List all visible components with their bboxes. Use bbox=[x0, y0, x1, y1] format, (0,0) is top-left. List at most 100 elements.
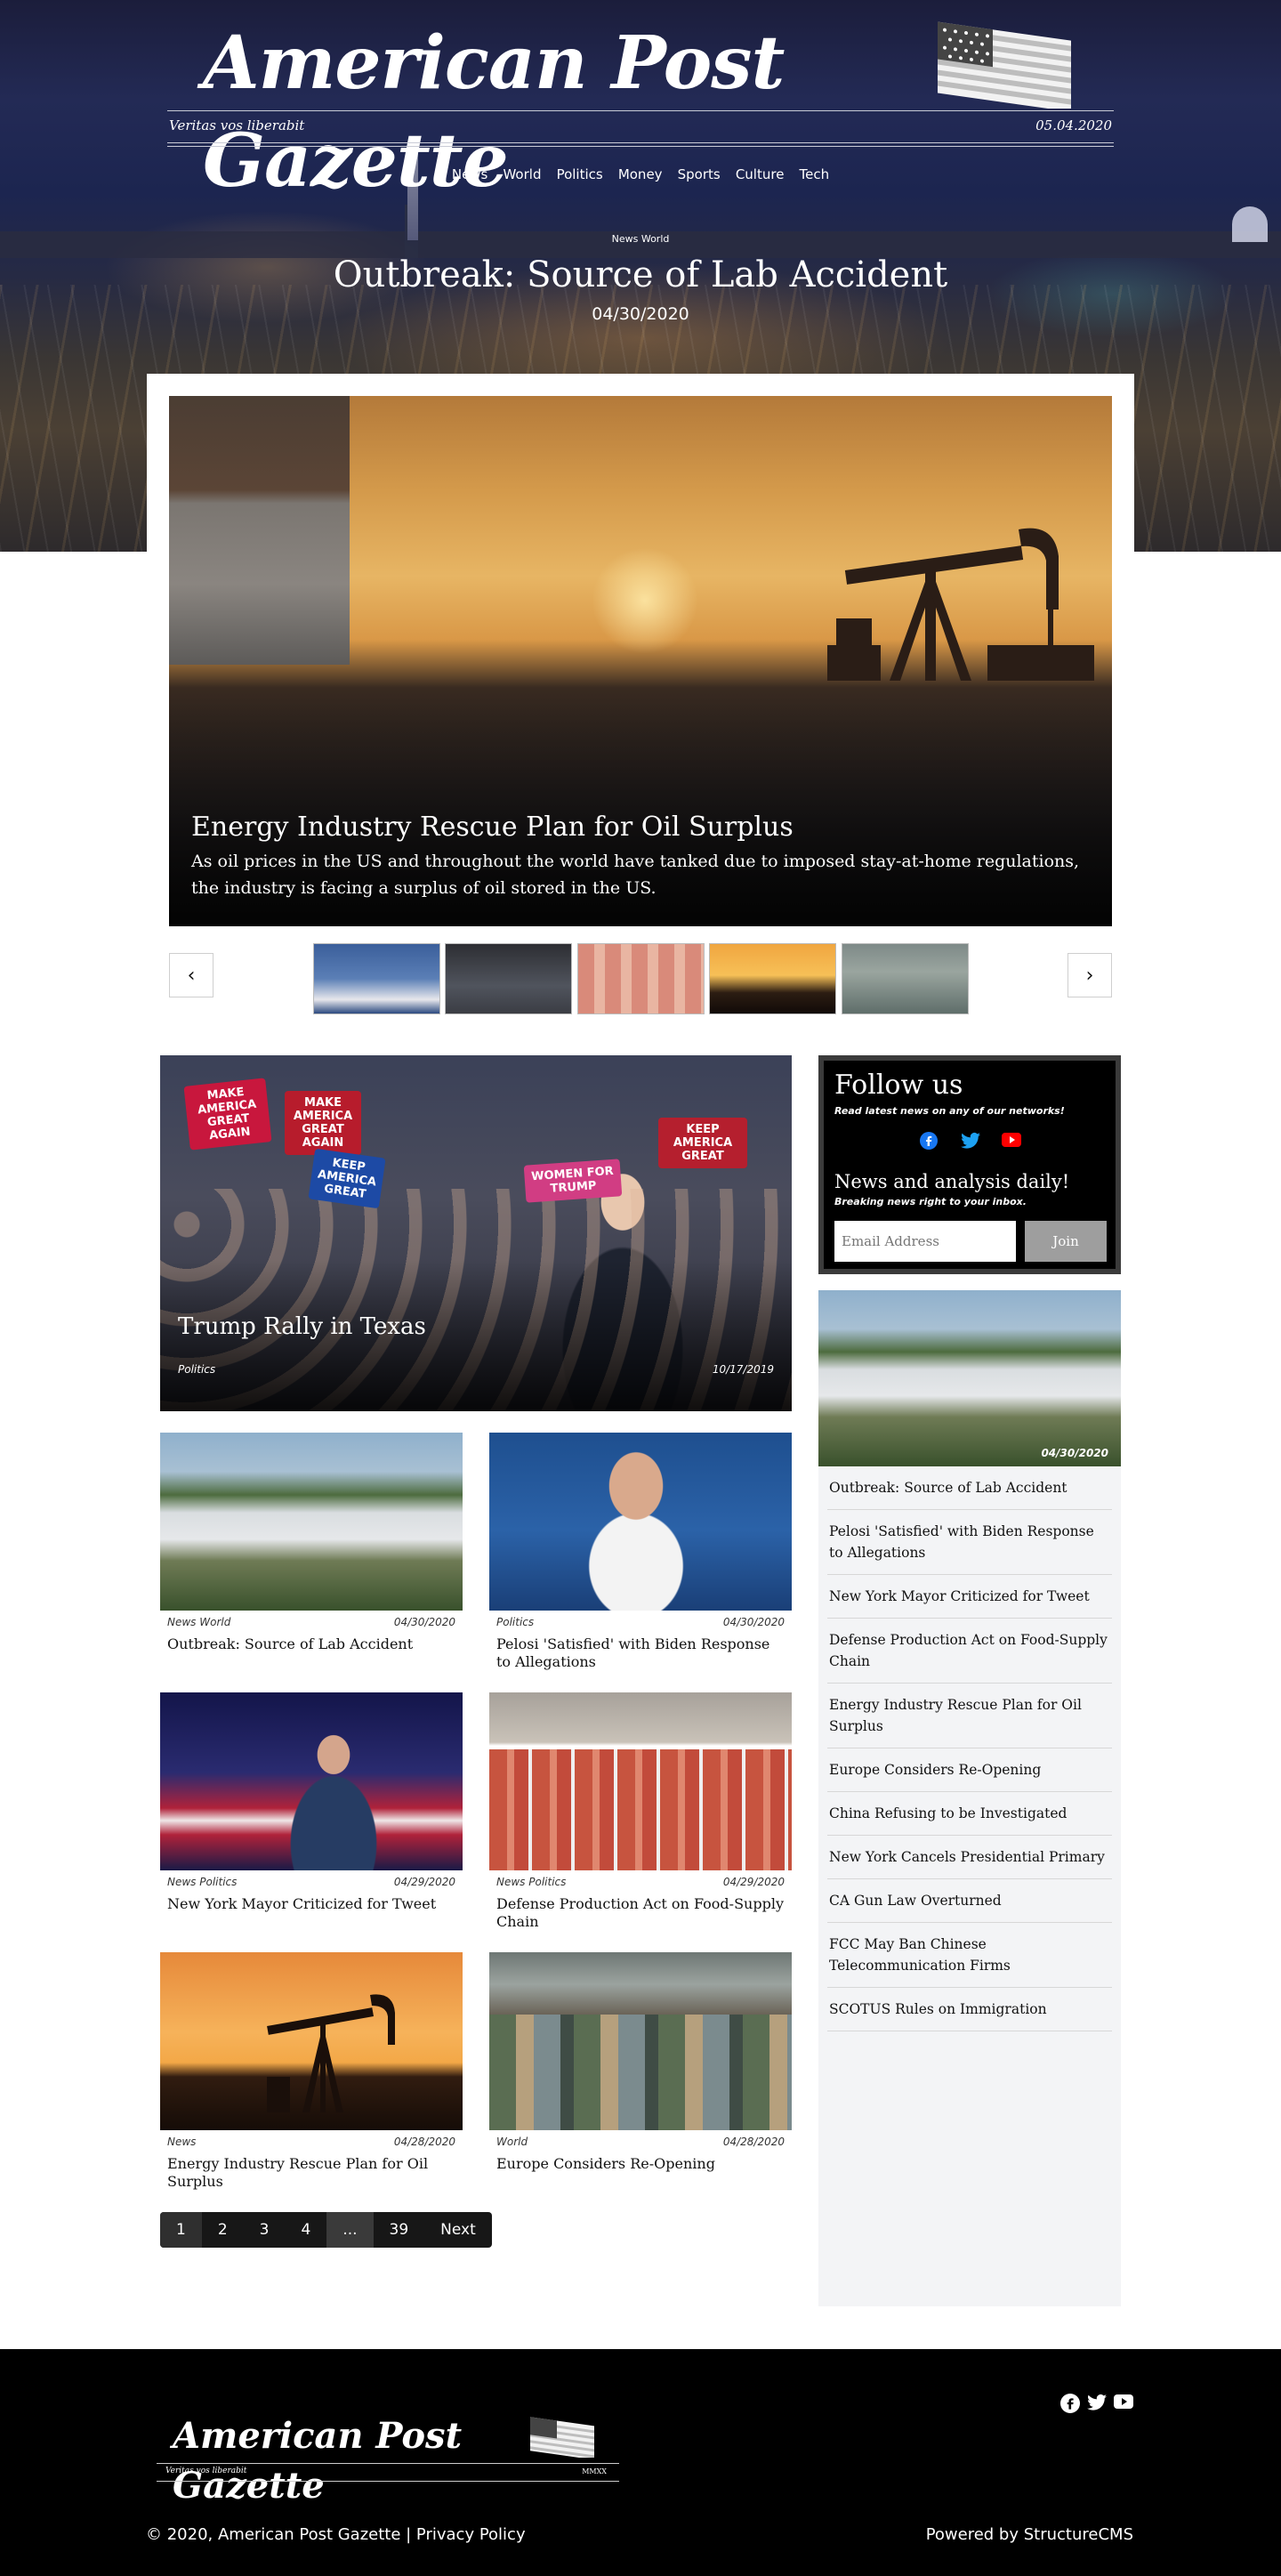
article-card[interactable]: News 04/28/2020 Energy Industry Rescue Pl… bbox=[160, 1952, 463, 2191]
facebook-icon[interactable] bbox=[920, 1132, 938, 1150]
carousel-thumbnail[interactable] bbox=[577, 943, 705, 1014]
nav-item-tech[interactable]: Tech bbox=[800, 166, 830, 182]
footer-logo-year: MMXX bbox=[582, 2467, 607, 2475]
slide-title[interactable]: Energy Industry Rescue Plan for Oil Surp… bbox=[191, 810, 794, 845]
carousel-prev-button[interactable]: ‹ bbox=[169, 953, 214, 997]
masthead-date: 05.04.2020 bbox=[1035, 117, 1112, 133]
join-button[interactable]: Join bbox=[1025, 1221, 1107, 1262]
page-link[interactable]: 1 bbox=[160, 2212, 202, 2248]
facebook-icon[interactable] bbox=[1060, 2394, 1080, 2413]
nav-item-money[interactable]: Money bbox=[618, 166, 663, 182]
article-card[interactable]: News World 04/30/2020 Outbreak: Source of… bbox=[160, 1433, 463, 1653]
hero-title[interactable]: Outbreak: Source of Lab Accident bbox=[0, 251, 1281, 299]
sidebar-article-list: 04/30/2020 Outbreak: Source of Lab Accid… bbox=[818, 1290, 1121, 2306]
masthead-divider bbox=[167, 146, 1114, 147]
article-card[interactable]: World 04/28/2020 Europe Considers Re-Open… bbox=[489, 1952, 792, 2173]
youtube-icon[interactable] bbox=[1114, 2394, 1133, 2413]
twitter-icon[interactable] bbox=[1087, 2394, 1107, 2413]
sidebar-link[interactable]: Energy Industry Rescue Plan for Oil Surp… bbox=[827, 1684, 1112, 1748]
sidebar-link[interactable]: Defense Production Act on Food-Supply Ch… bbox=[827, 1619, 1112, 1684]
carousel-thumbnail[interactable] bbox=[313, 943, 440, 1014]
footer-logo-divider bbox=[157, 2463, 619, 2464]
carousel-thumbnail[interactable] bbox=[842, 943, 969, 1014]
article-date: 04/29/2020 bbox=[393, 1876, 455, 1888]
article-card[interactable]: News Politics 04/29/2020 Defense Producti… bbox=[489, 1692, 792, 1931]
follow-us-widget: Follow us Read latest news on any of our… bbox=[818, 1055, 1121, 1274]
masthead-motto: Veritas vos liberabit bbox=[169, 117, 305, 133]
sidebar-link[interactable]: New York Mayor Criticized for Tweet bbox=[827, 1575, 1112, 1619]
page-link[interactable]: 2 bbox=[202, 2212, 244, 2248]
article-title[interactable]: Outbreak: Source of Lab Accident bbox=[160, 1634, 463, 1653]
sidebar-link[interactable]: Outbreak: Source of Lab Accident bbox=[827, 1466, 1112, 1510]
follow-subtitle: Read latest news on any of our networks! bbox=[834, 1105, 1065, 1117]
email-input[interactable] bbox=[834, 1221, 1016, 1262]
article-image[interactable] bbox=[489, 1433, 792, 1611]
carousel-slide[interactable]: Energy Industry Rescue Plan for Oil Surp… bbox=[169, 396, 1112, 926]
feature-date: 10/17/2019 bbox=[712, 1363, 774, 1376]
page-link[interactable]: 39 bbox=[374, 2212, 425, 2248]
article-date: 04/29/2020 bbox=[722, 1876, 785, 1888]
page-link[interactable]: 3 bbox=[244, 2212, 286, 2248]
twitter-icon[interactable] bbox=[961, 1132, 980, 1150]
article-image[interactable] bbox=[160, 1433, 463, 1611]
footer: American Post Gazette Veritas vos libera… bbox=[0, 2349, 1281, 2576]
article-date: 04/28/2020 bbox=[722, 2136, 785, 2148]
copyright-text[interactable]: © 2020, American Post Gazette | Privacy … bbox=[146, 2525, 526, 2544]
sidebar-link[interactable]: New York Cancels Presidential Primary bbox=[827, 1836, 1112, 1879]
carousel-thumbnail[interactable] bbox=[445, 943, 572, 1014]
article-title[interactable]: Defense Production Act on Food-Supply Ch… bbox=[489, 1894, 792, 1931]
article-image[interactable] bbox=[160, 1692, 463, 1870]
sidebar-link[interactable]: FCC May Ban Chinese Telecommunication Fi… bbox=[827, 1923, 1112, 1988]
sidebar-link[interactable]: CA Gun Law Overturned bbox=[827, 1879, 1112, 1923]
nav-item-world[interactable]: World bbox=[503, 166, 541, 182]
article-image[interactable] bbox=[160, 1952, 463, 2130]
article-card[interactable]: Politics 04/30/2020 Pelosi 'Satisfied' wi… bbox=[489, 1433, 792, 1671]
article-title[interactable]: Energy Industry Rescue Plan for Oil Surp… bbox=[160, 2153, 463, 2191]
article-date: 04/30/2020 bbox=[393, 1616, 455, 1628]
article-image[interactable] bbox=[489, 1952, 792, 2130]
article-title[interactable]: Europe Considers Re-Opening bbox=[489, 2153, 792, 2173]
footer-logo-motto: Veritas vos liberabit bbox=[165, 2467, 247, 2475]
rally-sign: KEEP AMERICA GREAT bbox=[658, 1118, 747, 1168]
article-title[interactable]: New York Mayor Criticized for Tweet bbox=[160, 1894, 463, 1913]
article-category: Politics bbox=[496, 1616, 535, 1628]
nav-item-news[interactable]: News bbox=[452, 166, 488, 182]
article-date: 04/28/2020 bbox=[393, 2136, 455, 2148]
sidebar-image[interactable]: 04/30/2020 bbox=[818, 1290, 1121, 1466]
carousel-next-button[interactable]: › bbox=[1068, 953, 1112, 997]
hero-category: News World bbox=[611, 233, 670, 245]
masthead-divider bbox=[167, 110, 1114, 111]
chevron-right-icon: › bbox=[1085, 964, 1094, 987]
sidebar-link[interactable]: China Refusing to be Investigated bbox=[827, 1792, 1112, 1836]
slide-side-image bbox=[169, 396, 350, 665]
flag-icon bbox=[530, 2417, 594, 2458]
feature-category: Politics bbox=[178, 1363, 216, 1376]
youtube-icon[interactable] bbox=[1002, 1132, 1021, 1150]
article-category: News Politics bbox=[167, 1876, 238, 1888]
page-ellipsis: ... bbox=[326, 2212, 374, 2248]
newsletter-subtitle: Breaking news right to your inbox. bbox=[834, 1196, 1027, 1207]
article-image[interactable] bbox=[489, 1692, 792, 1870]
article-category: News Politics bbox=[496, 1876, 567, 1888]
footer-logo[interactable]: American Post Gazette Veritas vos libera… bbox=[157, 2411, 619, 2507]
article-card[interactable]: News Politics 04/29/2020 New York Mayor C… bbox=[160, 1692, 463, 1913]
sidebar-link[interactable]: Europe Considers Re-Opening bbox=[827, 1748, 1112, 1792]
next-page-button[interactable]: Next bbox=[424, 2212, 492, 2248]
flag-icon bbox=[938, 21, 1071, 109]
nav-item-culture[interactable]: Culture bbox=[736, 166, 785, 182]
featured-article[interactable]: MAKE AMERICA GREAT AGAIN MAKE AMERICA GR… bbox=[160, 1055, 792, 1411]
rally-sign: WOMEN FOR TRUMP bbox=[523, 1159, 623, 1203]
follow-title: Follow us bbox=[834, 1070, 963, 1101]
nav-item-sports[interactable]: Sports bbox=[678, 166, 721, 182]
article-title[interactable]: Pelosi 'Satisfied' with Biden Response t… bbox=[489, 1634, 792, 1671]
newsletter-title: News and analysis daily! bbox=[834, 1171, 1070, 1192]
sidebar-link[interactable]: Pelosi 'Satisfied' with Biden Response t… bbox=[827, 1510, 1112, 1575]
footer-logo-divider bbox=[157, 2481, 619, 2482]
carousel-thumbnail[interactable] bbox=[709, 943, 836, 1014]
powered-by-text: Powered by StructureCMS bbox=[925, 2525, 1133, 2544]
sidebar-link[interactable]: SCOTUS Rules on Immigration bbox=[827, 1988, 1112, 2031]
page-link[interactable]: 4 bbox=[285, 2212, 326, 2248]
feature-title[interactable]: Trump Rally in Texas bbox=[178, 1313, 426, 1340]
nav-item-politics[interactable]: Politics bbox=[557, 166, 603, 182]
social-links bbox=[824, 1132, 1116, 1150]
